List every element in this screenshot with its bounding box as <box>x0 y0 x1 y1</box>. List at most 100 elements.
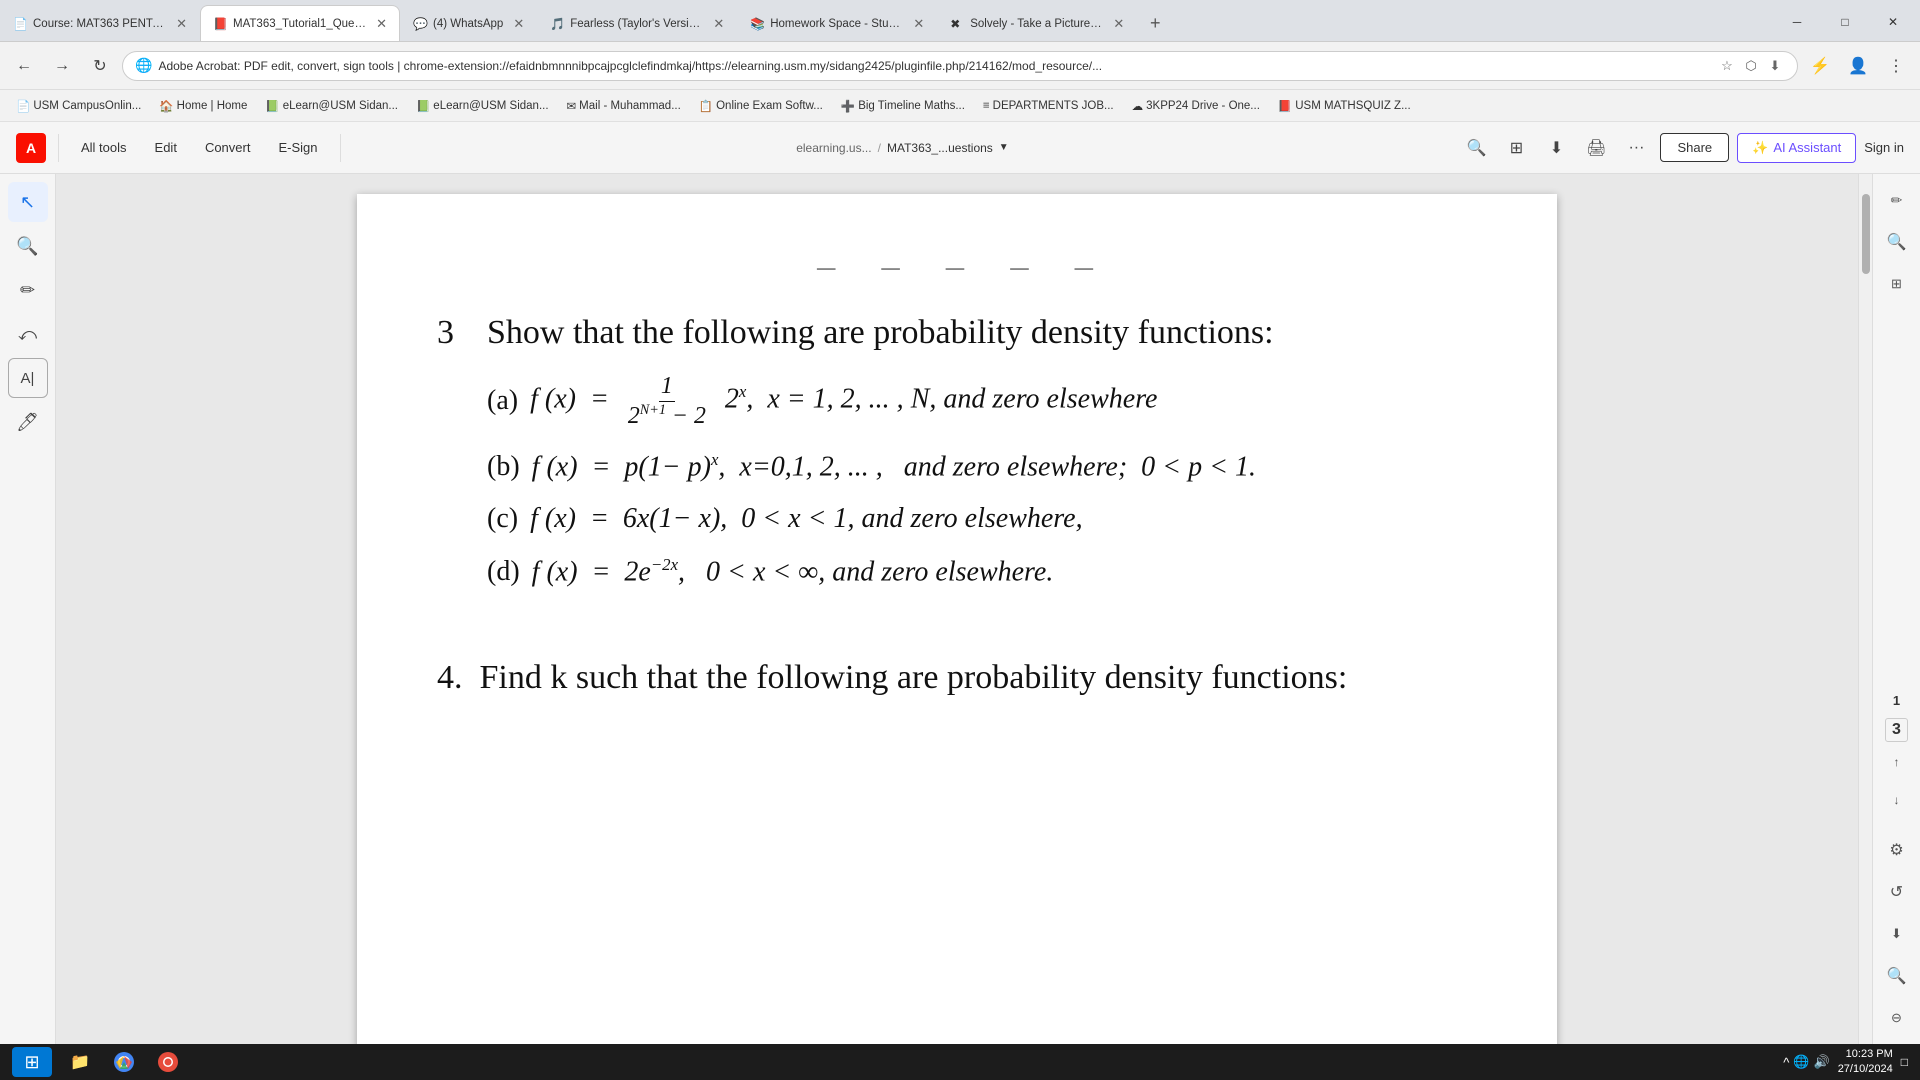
pages-icon[interactable]: ⊞ <box>1500 132 1532 164</box>
refresh-icon[interactable]: ↺ <box>1879 874 1915 910</box>
system-clock[interactable]: 10:23 PM 27/10/2024 <box>1838 1047 1893 1078</box>
bookmark-exam[interactable]: 📋 Online Exam Softw... <box>691 97 831 115</box>
taskbar-explorer[interactable]: 📁 <box>64 1046 96 1078</box>
chrome-icon-2 <box>158 1052 178 1072</box>
address-input[interactable]: 🌐 Adobe Acrobat: PDF edit, convert, sign… <box>122 51 1798 81</box>
network-icon[interactable]: 🌐 <box>1793 1054 1809 1070</box>
export-icon[interactable]: ⬇ <box>1879 916 1915 952</box>
taskbar-right: ^ 🌐 🔊 10:23 PM 27/10/2024 □ <box>1783 1047 1908 1078</box>
part-b-formula: f (x) = p(1− p)x, x=0,1, 2, ... , and ze… <box>532 450 1256 483</box>
tab-close-1[interactable]: ✕ <box>176 16 187 32</box>
all-tools-button[interactable]: All tools <box>71 136 137 159</box>
settings-icon[interactable]: ⚙ <box>1879 832 1915 868</box>
tab-close-4[interactable]: ✕ <box>713 16 724 32</box>
share-button[interactable]: Share <box>1660 133 1729 162</box>
download-pdf-icon[interactable]: ⬇ <box>1540 132 1572 164</box>
show-desktop-button[interactable]: □ <box>1901 1055 1908 1069</box>
bookmark-3kpp[interactable]: ☁ 3KPP24 Drive - One... <box>1124 97 1268 115</box>
part-c-label: (c) <box>487 503 518 535</box>
page-navigation: 1 3 ↑ ↓ <box>1879 693 1915 818</box>
signature-tool[interactable]: 🖊 <box>8 402 48 442</box>
maximize-button[interactable]: □ <box>1822 7 1868 37</box>
bookmark-label-3: eLearn@USM Sidan... <box>283 100 398 112</box>
question3-part-c: (c) f (x) = 6x(1− x), 0 < x < 1, and zer… <box>487 503 1477 535</box>
share-page-icon[interactable]: ⬡ <box>1741 56 1761 76</box>
close-button[interactable]: ✕ <box>1870 7 1916 37</box>
show-hidden-icon[interactable]: ^ <box>1783 1055 1789 1070</box>
page-down-icon[interactable]: ↓ <box>1879 782 1915 818</box>
breadcrumb-file: MAT363_...uestions <box>887 141 993 155</box>
bookmark-usm-campus[interactable]: 📄 USM CampusOnlin... <box>8 97 149 115</box>
text-tool[interactable]: A| <box>8 358 48 398</box>
tab-fearless[interactable]: 🎵 Fearless (Taylor's Version... ✕ <box>537 5 737 41</box>
zoom-in-icon[interactable]: 🔍 <box>1879 958 1915 994</box>
browser-frame: 📄 Course: MAT363 PENTAABIR... ✕ 📕 MAT363… <box>0 0 1920 1080</box>
minimize-button[interactable]: ─ <box>1774 7 1820 37</box>
taskbar-chrome-2[interactable] <box>152 1046 184 1078</box>
bookmark-elearn2[interactable]: 📗 eLearn@USM Sidan... <box>408 97 557 115</box>
right-sidebar: ✏ 🔍 ⊞ 1 3 ↑ ↓ ⚙ ↺ ⬇ 🔍 ⊖ <box>1872 174 1920 1044</box>
sign-in-button[interactable]: Sign in <box>1864 140 1904 155</box>
bookmark-mathsquiz[interactable]: 📕 USM MATHSQUIZ Z... <box>1270 97 1419 115</box>
right-search-icon[interactable]: 🔍 <box>1879 224 1915 260</box>
breadcrumb-dropdown[interactable]: ▼ <box>999 142 1009 153</box>
tab-close-3[interactable]: ✕ <box>513 16 524 32</box>
extensions-icon[interactable]: ⚡ <box>1804 50 1836 82</box>
tab-favicon-1: 📄 <box>13 17 27 31</box>
print-icon[interactable]: 🖨 <box>1580 132 1612 164</box>
download-icon[interactable]: ⬇ <box>1765 56 1785 76</box>
bookmark-mail[interactable]: ✉ Mail - Muhammad... <box>559 97 689 115</box>
more-tools-icon[interactable]: ··· <box>1620 132 1652 164</box>
tab-close-5[interactable]: ✕ <box>913 16 924 32</box>
bookmark-label-5: Mail - Muhammad... <box>579 100 681 112</box>
bookmark-elearn1[interactable]: 📗 eLearn@USM Sidan... <box>257 97 406 115</box>
forward-button[interactable]: → <box>46 50 78 82</box>
address-bar: ← → ↻ 🌐 Adobe Acrobat: PDF edit, convert… <box>0 42 1920 90</box>
ai-assistant-button[interactable]: ✨ AI Assistant <box>1737 133 1856 163</box>
esign-button[interactable]: E-Sign <box>268 136 327 159</box>
tab-close-2[interactable]: ✕ <box>376 16 387 32</box>
part-d-label: (d) <box>487 556 520 588</box>
tab-solvely[interactable]: ✖ Solvely - Take a Picture Math... ✕ <box>937 5 1137 41</box>
zoom-out-icon[interactable]: ⊖ <box>1879 1000 1915 1036</box>
v-scroll-track[interactable] <box>1858 174 1872 1044</box>
edit-pdf-icon[interactable]: ✏ <box>1879 182 1915 218</box>
profile-icon[interactable]: 👤 <box>1842 50 1874 82</box>
question3-title: Show that the following are probability … <box>487 314 1477 352</box>
annotate-tool[interactable]: ✏ <box>8 270 48 310</box>
bookmark-home[interactable]: 🏠 Home | Home <box>151 97 255 115</box>
start-button[interactable]: ⊞ <box>12 1047 52 1077</box>
back-button[interactable]: ← <box>8 50 40 82</box>
question3-part-a: (a) f (x) = 1 2N+1 − 2 2x, x = 1, 2, ...… <box>487 372 1477 430</box>
tab-bar: 📄 Course: MAT363 PENTAABIR... ✕ 📕 MAT363… <box>0 0 1920 42</box>
zoom-tool[interactable]: 🔍 <box>8 226 48 266</box>
tab-studyx[interactable]: 📚 Homework Space - StudyX ✕ <box>737 5 937 41</box>
breadcrumb-site: elearning.us... <box>796 141 871 155</box>
convert-button[interactable]: Convert <box>195 136 261 159</box>
page-up-icon[interactable]: ↑ <box>1879 744 1915 780</box>
bookmark-icon-7: ➕ <box>841 99 855 113</box>
tab-whatsapp[interactable]: 💬 (4) WhatsApp ✕ <box>400 5 537 41</box>
more-options-icon[interactable]: ⋮ <box>1880 50 1912 82</box>
select-tool[interactable]: ↖ <box>8 182 48 222</box>
link-tool[interactable]: ⤺ <box>8 314 48 354</box>
grid-icon[interactable]: ⊞ <box>1879 266 1915 302</box>
bookmark-label-6: Online Exam Softw... <box>716 100 823 112</box>
edit-button[interactable]: Edit <box>145 136 187 159</box>
bookmark-star-icon[interactable]: ☆ <box>1717 56 1737 76</box>
tab-course[interactable]: 📄 Course: MAT363 PENTAABIR... ✕ <box>0 5 200 41</box>
tab-close-6[interactable]: ✕ <box>1113 16 1124 32</box>
new-tab-button[interactable]: + <box>1137 5 1173 41</box>
taskbar-chrome[interactable] <box>108 1046 140 1078</box>
pdf-viewport[interactable]: ─ ─ ─ ─ ─ 3 Show that the following are … <box>56 174 1858 1044</box>
tab-mat363[interactable]: 📕 MAT363_Tutorial1_Questions... ✕ <box>200 5 400 41</box>
bookmark-departments[interactable]: ≡ DEPARTMENTS JOB... <box>975 98 1122 114</box>
bookmark-label-9: 3KPP24 Drive - One... <box>1146 100 1260 112</box>
reload-button[interactable]: ↻ <box>84 50 116 82</box>
bookmarks-bar: 📄 USM CampusOnlin... 🏠 Home | Home 📗 eLe… <box>0 90 1920 122</box>
acrobat-logo: A <box>16 133 46 163</box>
v-scroll-thumb[interactable] <box>1862 194 1870 274</box>
search-icon[interactable]: 🔍 <box>1460 132 1492 164</box>
bookmark-maths[interactable]: ➕ Big Timeline Maths... <box>833 97 973 115</box>
volume-icon[interactable]: 🔊 <box>1814 1054 1830 1070</box>
